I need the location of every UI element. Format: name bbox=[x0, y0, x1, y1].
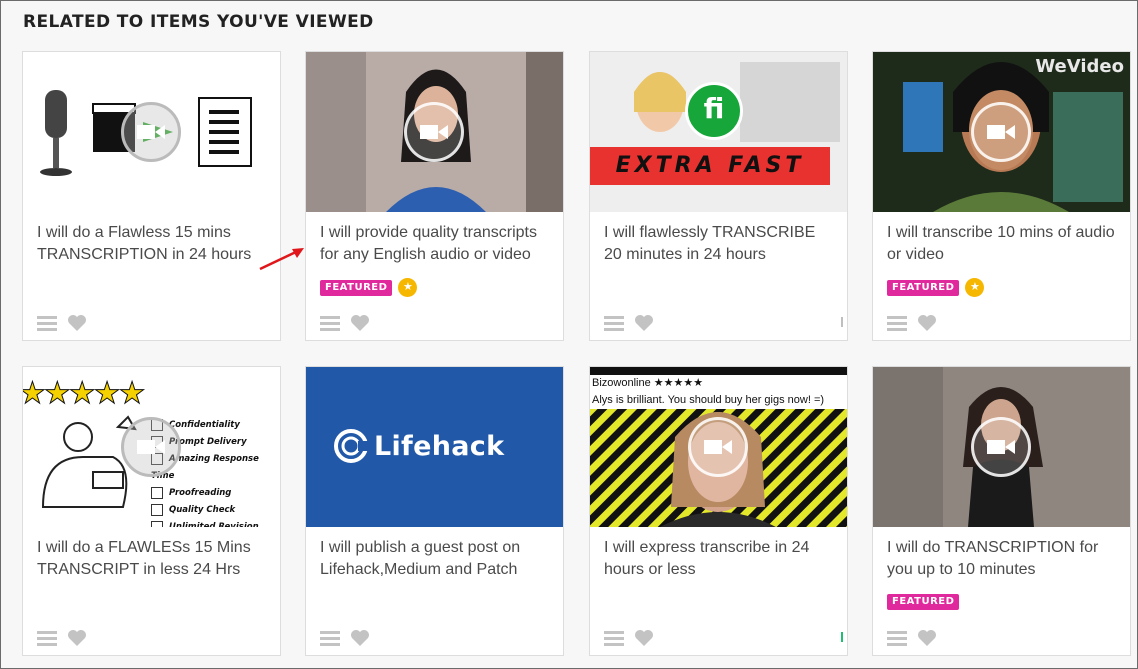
gig-actions bbox=[604, 629, 654, 647]
gig-card[interactable]: fi EXTRA FAST I will flawlessly TRANSCRI… bbox=[589, 51, 848, 341]
star-icon: ★ bbox=[965, 278, 985, 297]
heart-icon[interactable] bbox=[917, 629, 937, 647]
heart-icon[interactable] bbox=[67, 629, 87, 647]
gig-actions bbox=[320, 629, 370, 647]
lifehack-wordmark: Lifehack bbox=[374, 430, 505, 462]
gig-title[interactable]: I will do TRANSCRIPTION for you up to 10… bbox=[887, 537, 1119, 581]
heart-icon[interactable] bbox=[917, 314, 937, 332]
gig-thumbnail[interactable] bbox=[306, 52, 563, 212]
menu-icon[interactable] bbox=[320, 315, 340, 331]
video-play-icon[interactable] bbox=[121, 102, 181, 162]
gig-card[interactable]: Lifehack I will publish a guest post on … bbox=[305, 366, 564, 656]
menu-icon[interactable] bbox=[604, 630, 624, 646]
fi-logo: fi bbox=[685, 82, 743, 140]
gig-card[interactable]: Bizowonline ★★★★★ Alys is brilliant. You… bbox=[589, 366, 848, 656]
gig-title[interactable]: I will publish a guest post on Lifehack,… bbox=[320, 537, 552, 581]
gig-badges: FEATURED ★ bbox=[887, 278, 985, 297]
menu-icon[interactable] bbox=[887, 630, 907, 646]
video-play-icon[interactable] bbox=[688, 417, 748, 477]
checklist-item: Quality Check bbox=[151, 502, 280, 519]
gig-card[interactable]: ★★★★★ Confidentiality Prompt Delivery Am… bbox=[22, 366, 281, 656]
gig-actions bbox=[887, 314, 937, 332]
menu-icon[interactable] bbox=[37, 630, 57, 646]
gig-title[interactable]: I will flawlessly TRANSCRIBE 20 minutes … bbox=[604, 222, 836, 266]
gig-thumbnail[interactable] bbox=[873, 367, 1130, 527]
gig-card[interactable]: I will do TRANSCRIPTION for you up to 10… bbox=[872, 366, 1131, 656]
video-play-icon[interactable] bbox=[404, 102, 464, 162]
heart-icon[interactable] bbox=[634, 629, 654, 647]
gig-thumbnail[interactable]: fi EXTRA FAST bbox=[590, 52, 847, 212]
gig-thumbnail[interactable]: Bizowonline ★★★★★ Alys is brilliant. You… bbox=[590, 367, 847, 527]
gig-title[interactable]: I will transcribe 10 mins of audio or vi… bbox=[887, 222, 1119, 266]
checklist-item: Proofreading bbox=[151, 485, 280, 502]
gig-actions bbox=[37, 629, 87, 647]
gig-badges: FEATURED ★ bbox=[320, 278, 418, 297]
checklist-item: Unlimited Revision bbox=[151, 519, 280, 527]
gig-thumbnail[interactable]: WeVideo bbox=[873, 52, 1130, 212]
heart-icon[interactable] bbox=[350, 314, 370, 332]
star-icon: ★ bbox=[398, 278, 418, 297]
gig-actions bbox=[887, 629, 937, 647]
gig-actions bbox=[37, 314, 87, 332]
gig-title[interactable]: I will provide quality transcripts for a… bbox=[320, 222, 552, 266]
extra-fast-banner: EXTRA FAST bbox=[590, 147, 830, 185]
video-play-icon[interactable] bbox=[121, 417, 181, 477]
heart-icon[interactable] bbox=[634, 314, 654, 332]
gig-actions bbox=[320, 314, 370, 332]
review-caption-text: Alys is brilliant. You should buy her gi… bbox=[590, 391, 847, 409]
menu-icon[interactable] bbox=[320, 630, 340, 646]
annotation-arrow-icon bbox=[259, 248, 304, 271]
menu-icon[interactable] bbox=[604, 315, 624, 331]
video-play-icon[interactable] bbox=[971, 102, 1031, 162]
menu-icon[interactable] bbox=[37, 315, 57, 331]
featured-badge: FEATURED bbox=[887, 279, 960, 296]
gig-badges: FEATURED bbox=[887, 593, 960, 611]
gig-title[interactable]: I will express transcribe in 24 hours or… bbox=[604, 537, 836, 581]
featured-badge: FEATURED bbox=[320, 279, 393, 296]
heart-icon[interactable] bbox=[350, 629, 370, 647]
lifehack-logo-icon bbox=[334, 429, 368, 463]
section-title: RELATED TO ITEMS YOU'VE VIEWED bbox=[23, 12, 374, 32]
online-indicator bbox=[841, 317, 843, 327]
gig-actions bbox=[604, 314, 654, 332]
wevideo-watermark: WeVideo bbox=[1035, 56, 1124, 77]
gig-thumbnail[interactable]: ★★★★★ Confidentiality Prompt Delivery Am… bbox=[23, 367, 280, 527]
gig-thumbnail[interactable] bbox=[23, 52, 280, 212]
gig-card[interactable]: I will provide quality transcripts for a… bbox=[305, 51, 564, 341]
gig-card[interactable]: I will do a Flawless 15 mins TRANSCRIPTI… bbox=[22, 51, 281, 341]
gig-card[interactable]: WeVideo I will transcribe 10 mins of aud… bbox=[872, 51, 1131, 341]
menu-icon[interactable] bbox=[887, 315, 907, 331]
gig-title[interactable]: I will do a Flawless 15 mins TRANSCRIPTI… bbox=[37, 222, 269, 266]
review-caption-title: Bizowonline ★★★★★ bbox=[590, 375, 847, 391]
featured-badge: FEATURED bbox=[887, 593, 960, 610]
gig-title[interactable]: I will do a FLAWLESs 15 Mins TRANSCRIPT … bbox=[37, 537, 269, 581]
video-play-icon[interactable] bbox=[971, 417, 1031, 477]
lifehack-logo: Lifehack bbox=[334, 429, 504, 463]
gig-thumbnail[interactable]: Lifehack bbox=[306, 367, 563, 527]
online-indicator bbox=[841, 632, 843, 642]
heart-icon[interactable] bbox=[67, 314, 87, 332]
